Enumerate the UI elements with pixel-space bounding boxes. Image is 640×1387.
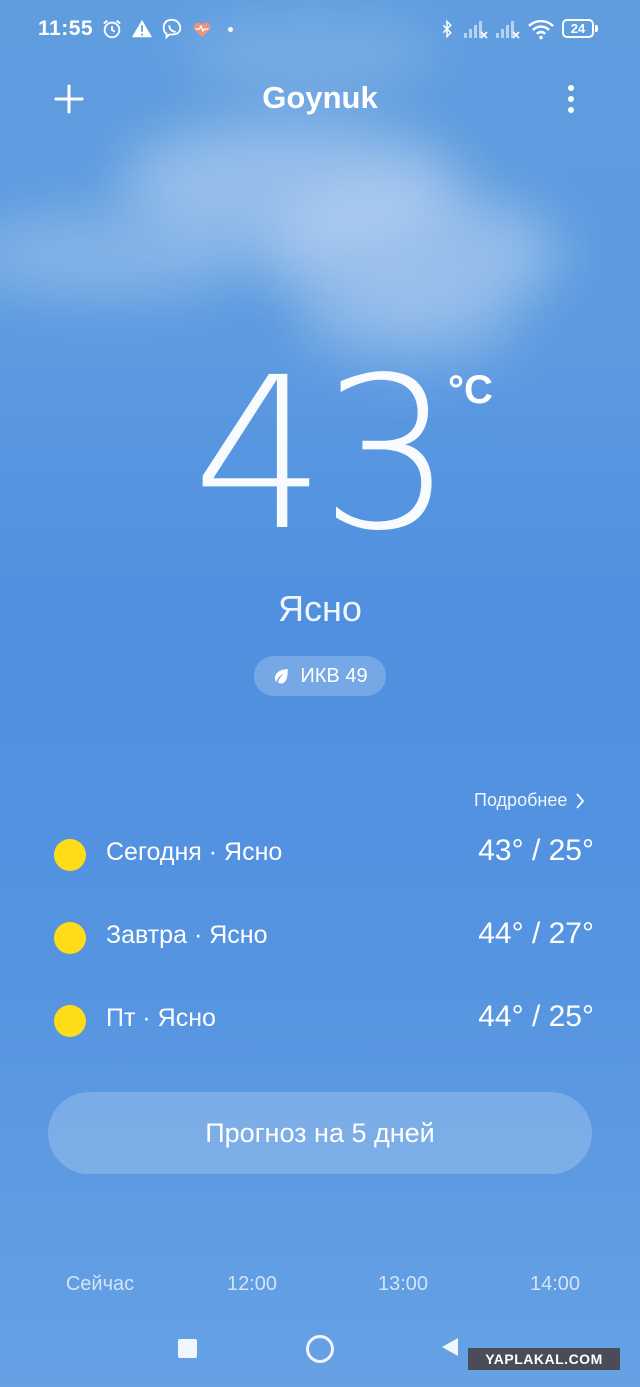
city-title: Goynuk: [262, 80, 378, 115]
notification-dot: [228, 27, 233, 32]
five-day-forecast-button[interactable]: Прогноз на 5 дней: [48, 1092, 592, 1174]
recent-apps-button[interactable]: [178, 1339, 197, 1358]
alarm-icon: [103, 20, 121, 39]
back-button[interactable]: [440, 1336, 460, 1358]
sun-icon: [54, 1005, 86, 1037]
weather-screen: 11:55 24 Goynuk 43 °C Ясно ИКВ 49 Подроб…: [0, 0, 640, 1387]
forecast-temp-range: 43° / 25°: [478, 834, 594, 867]
hourly-label-now: Сейчас: [65, 1273, 135, 1295]
signal-sim2-icon: [496, 21, 520, 39]
status-bar: 11:55 24: [0, 0, 640, 60]
battery-indicator: 24: [562, 19, 598, 38]
aqi-value: ИКВ 49: [300, 664, 368, 687]
temperature-unit: °C: [448, 368, 493, 412]
forecast-row-today[interactable]: Сегодня · Ясно 43° / 25°: [0, 829, 640, 879]
current-temperature: 43: [192, 332, 453, 577]
add-city-button[interactable]: [52, 82, 86, 116]
home-button[interactable]: [306, 1335, 334, 1363]
hourly-label: 12:00: [226, 1273, 278, 1295]
wifi-icon: [528, 19, 554, 40]
signal-sim1-icon: [464, 21, 488, 39]
chevron-right-icon: [576, 792, 585, 809]
forecast-day-label: Пт · Ясно: [106, 1004, 216, 1032]
hourly-label: 13:00: [377, 1273, 429, 1295]
details-label: Подробнее: [474, 790, 568, 810]
aqi-badge[interactable]: ИКВ 49: [254, 656, 386, 696]
details-link[interactable]: Подробнее: [474, 790, 585, 811]
status-time: 11:55: [38, 17, 94, 40]
viber-icon: [162, 18, 182, 40]
forecast-row-tomorrow[interactable]: Завтра · Ясно 44° / 27°: [0, 912, 640, 962]
hourly-label: 14:00: [529, 1273, 581, 1295]
bluetooth-icon: [442, 19, 452, 39]
current-condition: Ясно: [278, 588, 362, 629]
watermark: YAPLAKAL.COM: [468, 1348, 620, 1370]
sun-icon: [54, 922, 86, 954]
forecast-day-label: Сегодня · Ясно: [106, 838, 283, 866]
forecast-day-label: Завтра · Ясно: [106, 921, 268, 949]
more-options-button[interactable]: [556, 82, 586, 116]
forecast-row-friday[interactable]: Пт · Ясно 44° / 25°: [0, 995, 640, 1045]
sun-icon: [54, 839, 86, 871]
forecast-temp-range: 44° / 25°: [478, 1000, 594, 1033]
forecast-temp-range: 44° / 27°: [478, 917, 594, 950]
warning-icon: [131, 19, 153, 38]
leaf-icon: [275, 669, 289, 684]
health-heart-icon: [193, 22, 211, 38]
